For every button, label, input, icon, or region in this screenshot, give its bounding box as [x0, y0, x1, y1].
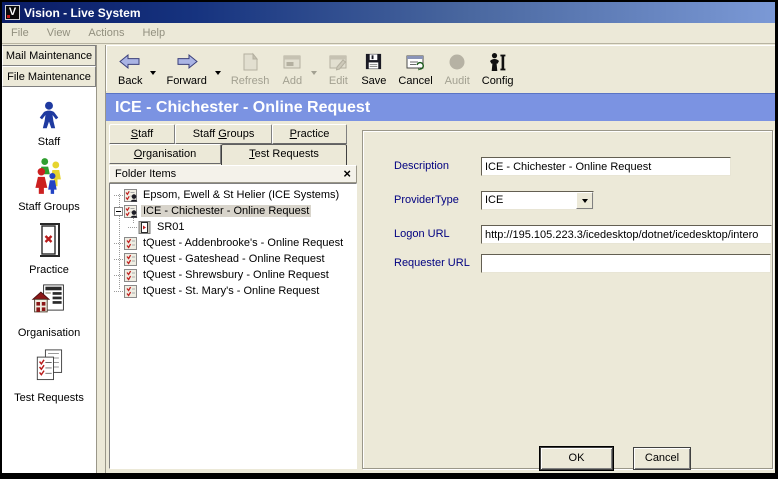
organisation-building-icon — [31, 312, 67, 324]
tree-item-epsom[interactable]: Epsom, Ewell & St Helier (ICE Systems) — [110, 187, 356, 203]
window-title: Vision - Live System — [24, 6, 141, 20]
main-area: Back Forward Refresh Add Edit — [106, 45, 775, 473]
requester-url-label: Requester URL — [394, 257, 470, 269]
tab-row-1: Staff Staff Groups Practice — [109, 124, 357, 144]
staff-person-icon — [34, 121, 64, 133]
folder-pane: Staff Staff Groups Practice Organisation… — [109, 124, 357, 469]
title-bar[interactable]: V Vision - Live System — [2, 2, 775, 23]
test-requests-papers-icon — [31, 377, 67, 389]
toolbar: Back Forward Refresh Add Edit — [106, 45, 775, 91]
menu-file[interactable]: File — [2, 24, 38, 42]
edit-button[interactable]: Edit — [321, 48, 355, 90]
description-input[interactable] — [481, 157, 731, 176]
sidebar: Mail Maintenance File Maintenance Staff … — [2, 45, 96, 473]
add-button[interactable]: Add — [275, 48, 309, 90]
tree-item-ice-chichester[interactable]: ICE - Chichester - Online Request — [110, 203, 356, 219]
description-label: Description — [394, 160, 449, 172]
sidebar-button-mail-maintenance[interactable]: Mail Maintenance — [2, 45, 96, 66]
edit-window-icon — [328, 50, 348, 74]
sidebar-item-practice[interactable]: Practice — [2, 222, 96, 276]
tree-item-tquest-addenbrookes[interactable]: tQuest - Addenbrooke's - Online Request — [110, 235, 356, 251]
config-person-icon — [488, 50, 507, 74]
save-button[interactable]: Save — [355, 48, 392, 90]
checklist-icon — [124, 285, 138, 298]
config-button[interactable]: Config — [476, 48, 520, 90]
checklist-icon — [124, 237, 138, 250]
tab-organisation[interactable]: Organisation — [109, 144, 221, 164]
checklist-person-icon — [124, 189, 138, 202]
app-logo-icon: V — [5, 5, 20, 20]
chevron-down-icon[interactable] — [576, 192, 593, 209]
page-title: ICE - Chichester - Online Request — [106, 93, 775, 121]
sidebar-item-label: Staff — [2, 136, 96, 148]
tab-row-2: Organisation Test Requests — [109, 144, 357, 164]
tree-item-tquest-st-marys[interactable]: tQuest - St. Mary's - Online Request — [110, 283, 356, 299]
menu-help[interactable]: Help — [133, 24, 174, 42]
menu-actions[interactable]: Actions — [79, 24, 133, 42]
folder-tree: Epsom, Ewell & St Helier (ICE Systems) I… — [109, 183, 357, 469]
folder-items-title: Folder Items — [115, 168, 343, 180]
sidebar-item-staff[interactable]: Staff — [2, 100, 96, 148]
staff-groups-icon — [32, 186, 66, 198]
add-dropdown-arrow[interactable] — [309, 58, 319, 88]
menu-view[interactable]: View — [38, 24, 80, 42]
tab-staff[interactable]: Staff — [109, 124, 175, 144]
refresh-button[interactable]: Refresh — [225, 48, 276, 90]
tree-item-tquest-shrewsbury[interactable]: tQuest - Shrewsbury - Online Request — [110, 267, 356, 283]
collapse-expander-icon[interactable] — [114, 207, 123, 216]
save-floppy-icon — [364, 50, 383, 74]
sidebar-item-label: Staff Groups — [2, 201, 96, 213]
logon-url-input[interactable] — [481, 225, 772, 244]
audit-button[interactable]: Audit — [439, 48, 476, 90]
provider-type-select[interactable]: ICE — [481, 191, 594, 210]
logon-url-label: Logon URL — [394, 228, 450, 240]
menu-bar: File View Actions Help — [2, 23, 775, 44]
audit-circle-icon — [448, 50, 466, 74]
requester-url-input[interactable] — [481, 254, 771, 273]
sidebar-item-label: Test Requests — [2, 392, 96, 404]
ok-button[interactable]: OK — [540, 447, 613, 470]
folder-items-header: Folder Items × — [109, 165, 357, 183]
provider-type-label: ProviderType — [394, 194, 459, 206]
refresh-page-icon — [240, 50, 260, 74]
forward-button[interactable]: Forward — [160, 48, 212, 90]
door-icon — [138, 221, 152, 234]
checklist-person-icon — [124, 205, 138, 218]
back-button[interactable]: Back — [112, 48, 148, 90]
app-window: V Vision - Live System File View Actions… — [0, 0, 778, 479]
detail-form-panel: Description ProviderType ICE Logon URL R… — [362, 130, 773, 469]
sidebar-button-file-maintenance[interactable]: File Maintenance — [2, 66, 96, 87]
sidebar-splitter[interactable] — [96, 45, 106, 473]
tab-test-requests[interactable]: Test Requests — [221, 144, 347, 165]
sidebar-item-test-requests[interactable]: Test Requests — [2, 348, 96, 404]
forward-arrow-icon — [175, 50, 199, 74]
cancel-button[interactable]: Cancel — [392, 48, 438, 90]
sidebar-item-label: Practice — [2, 264, 96, 276]
cancel-dialog-button[interactable]: Cancel — [633, 447, 691, 470]
tree-item-sr01[interactable]: SR01 — [110, 219, 356, 235]
back-dropdown-arrow[interactable] — [148, 58, 158, 88]
checklist-icon — [124, 269, 138, 282]
forward-dropdown-arrow[interactable] — [213, 58, 223, 88]
sidebar-item-organisation[interactable]: Organisation — [2, 283, 96, 339]
cancel-window-icon — [405, 50, 426, 74]
tree-item-tquest-gateshead[interactable]: tQuest - Gateshead - Online Request — [110, 251, 356, 267]
tab-practice[interactable]: Practice — [272, 124, 347, 144]
add-window-icon — [282, 50, 302, 74]
back-arrow-icon — [118, 50, 142, 74]
tab-staff-groups[interactable]: Staff Groups — [175, 124, 272, 144]
sidebar-item-staff-groups[interactable]: Staff Groups — [2, 157, 96, 213]
checklist-icon — [124, 253, 138, 266]
sidebar-item-label: Organisation — [2, 327, 96, 339]
close-icon[interactable]: × — [343, 168, 351, 180]
practice-door-icon — [33, 249, 65, 261]
